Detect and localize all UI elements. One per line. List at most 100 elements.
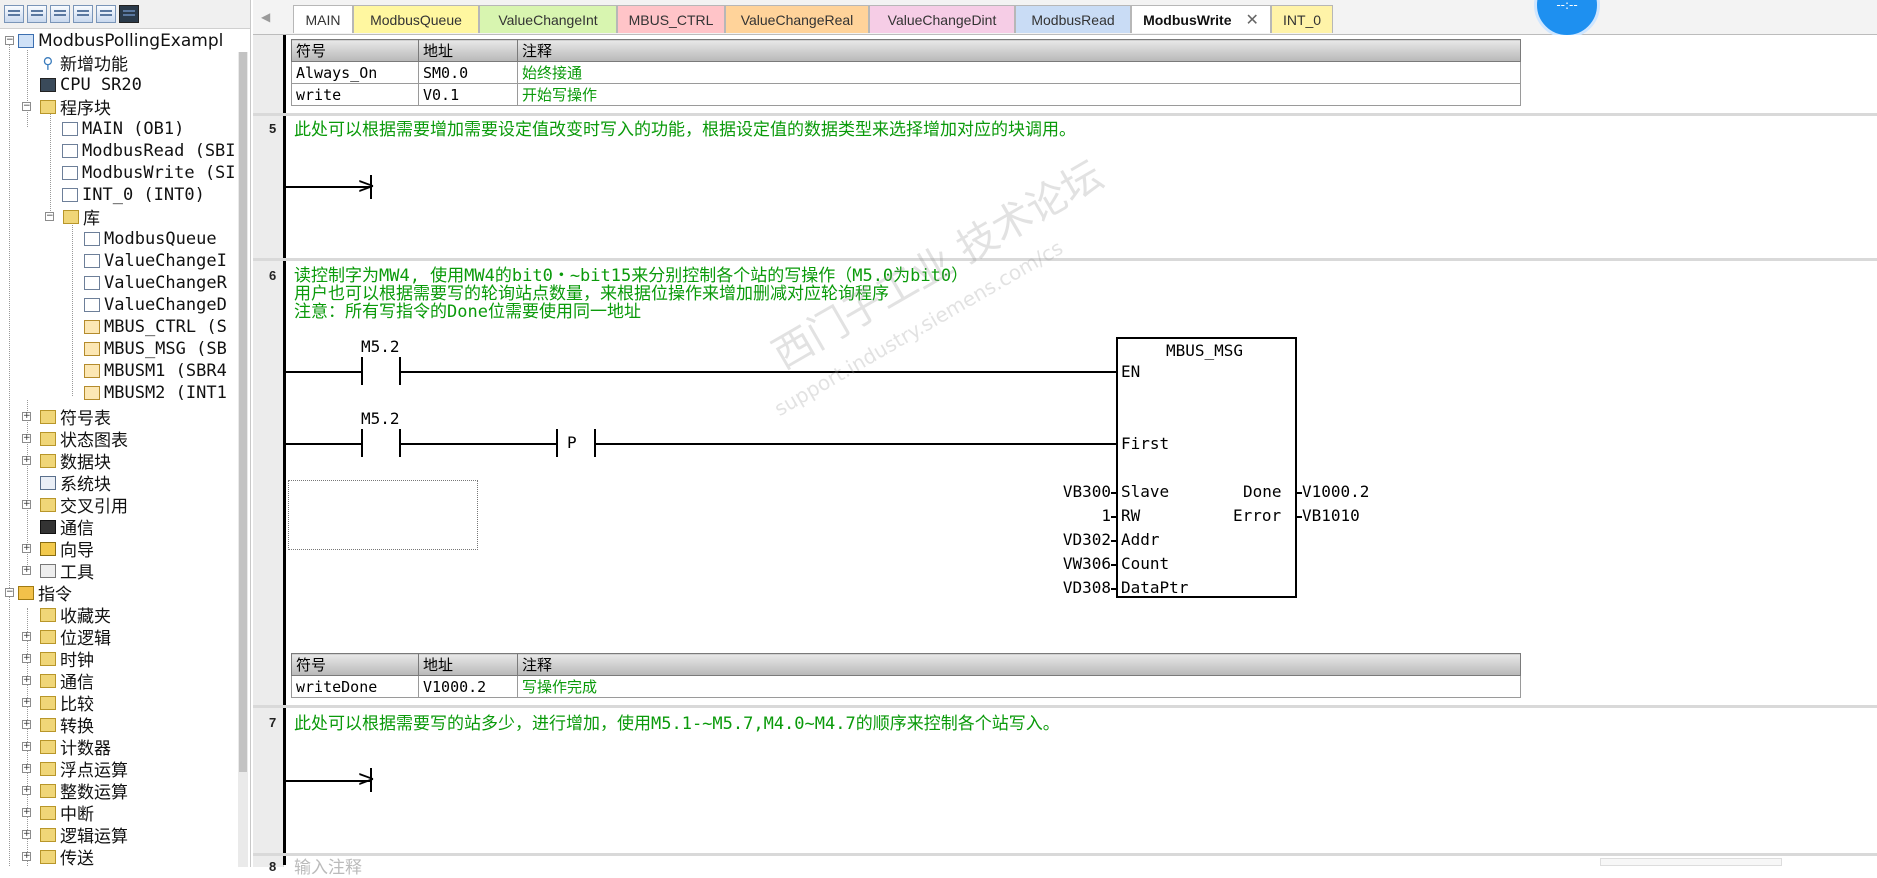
tree-instr-item[interactable]: + 传送 <box>22 846 94 867</box>
tree-cpu[interactable]: CPU SR20 <box>40 74 142 95</box>
folder-icon <box>40 761 56 776</box>
tab-valuechangeint[interactable]: ValueChangeInt <box>479 5 617 33</box>
tab-scroll-left-icon[interactable]: ◀ <box>261 10 270 24</box>
done-value[interactable]: V1000.2 <box>1302 482 1369 501</box>
tree-instr-item[interactable]: + 浮点运算 <box>22 758 128 781</box>
tree-instr-item[interactable]: + 转换 <box>22 714 94 737</box>
tree-system-block[interactable]: 系统块 <box>40 472 111 495</box>
block-icon <box>84 297 100 312</box>
tree-tools[interactable]: + 工具 <box>22 560 94 583</box>
rw-value[interactable]: 1 <box>1053 506 1111 525</box>
block-icon <box>62 187 78 202</box>
tree-lib-item[interactable]: ValueChangeR <box>84 272 227 293</box>
network-comment-line2[interactable]: 用户也可以根据需要写的轮询站点数量，来根据位操作来增加删减对应轮询程序 <box>294 285 889 303</box>
tree-status-chart[interactable]: + 状态图表 <box>22 428 128 451</box>
tab-main[interactable]: MAIN <box>293 5 353 33</box>
folder-icon <box>40 651 56 666</box>
network-comment-line3[interactable]: 注意：所有写指令的Done位需要使用同一地址 <box>294 303 641 321</box>
table-row[interactable]: writeDone V1000.2 写操作完成 <box>291 675 1521 698</box>
tree-favorites[interactable]: 收藏夹 <box>40 604 111 627</box>
folder-icon <box>40 717 56 732</box>
network-comment[interactable]: 此处可以根据需要增加需要设定值改变时写入的功能，根据设定值的数据类型来选择增加对… <box>294 121 1076 139</box>
view-icon-5[interactable] <box>96 5 116 23</box>
horizontal-scrollbar[interactable] <box>1600 858 1782 866</box>
network-comment-placeholder[interactable]: 输入注释 <box>294 859 362 877</box>
tree-project[interactable]: − ModbusPollingExampl <box>0 30 223 51</box>
library-block-icon <box>84 363 100 378</box>
empty-selection-box[interactable] <box>288 480 478 550</box>
monitor-icon[interactable] <box>119 5 139 23</box>
power-rail <box>283 35 286 115</box>
block-icon <box>62 121 78 136</box>
tree-program-blocks[interactable]: − 程序块 <box>22 96 111 119</box>
tree-scrollbar-thumb[interactable] <box>239 52 247 772</box>
tree-instr-item[interactable]: + 时钟 <box>22 648 94 671</box>
folder-icon <box>40 629 56 644</box>
tree-cross-ref[interactable]: + 交叉引用 <box>22 494 128 517</box>
tab-close-icon[interactable]: ✕ <box>1246 10 1259 30</box>
pin-rw: RW <box>1121 506 1141 525</box>
network-comment[interactable]: 此处可以根据需要写的站多少，进行增加，使用M5.1-~M5.7,M4.0~M4.… <box>294 715 1060 733</box>
tab-modbusread[interactable]: ModbusRead <box>1015 5 1131 33</box>
communication-icon <box>40 519 56 534</box>
tree-library[interactable]: − 库 <box>45 206 100 229</box>
col-symbol: 符号 <box>291 653 419 676</box>
ladder-editor: 符号 地址 注释 Always_On SM0.0 始终接通 write V0.1… <box>253 35 1877 877</box>
tree-block-modbusread[interactable]: ModbusRead (SBI <box>62 140 236 161</box>
tree-lib-item[interactable]: MBUS_MSG (SB <box>84 338 227 359</box>
contact-address[interactable]: M5.2 <box>361 409 400 428</box>
tree-instr-item[interactable]: + 通信 <box>22 670 94 693</box>
tab-valuechangereal[interactable]: ValueChangeReal <box>725 5 869 33</box>
dataptr-value[interactable]: VD308 <box>1053 578 1111 597</box>
tree-instr-item[interactable]: + 中断 <box>22 802 94 825</box>
count-value[interactable]: VW306 <box>1053 554 1111 573</box>
view-icon-3[interactable] <box>50 5 70 23</box>
pin-first: First <box>1121 434 1170 453</box>
network-comment-line1[interactable]: 读控制字为MW4, 使用MW4的bit0・~bit15来分别控制各个站的写操作（… <box>294 267 968 285</box>
error-value[interactable]: VB1010 <box>1302 506 1360 525</box>
tree-lib-item[interactable]: MBUS_CTRL (S <box>84 316 227 337</box>
tree-communication[interactable]: 通信 <box>40 516 94 539</box>
tree-block-main[interactable]: MAIN (OB1) <box>62 118 184 139</box>
folder-icon <box>40 827 56 842</box>
tree-lib-item[interactable]: MBUSM2 (INT1 <box>84 382 227 403</box>
project-icon <box>18 33 34 48</box>
tree-wizard[interactable]: + 向导 <box>22 538 94 561</box>
addr-value[interactable]: VD302 <box>1053 530 1111 549</box>
tree-symbol-table[interactable]: + 符号表 <box>22 406 111 429</box>
tree-lib-item[interactable]: ValueChangeD <box>84 294 227 315</box>
tab-int0[interactable]: INT_0 <box>1271 5 1333 33</box>
p-contact-left-bar <box>556 429 558 457</box>
contact-address[interactable]: M5.2 <box>361 337 400 356</box>
tree-instr-item[interactable]: + 计数器 <box>22 736 111 759</box>
view-icon-4[interactable] <box>73 5 93 23</box>
slave-value[interactable]: VB300 <box>1053 482 1111 501</box>
tree-data-block[interactable]: + 数据块 <box>22 450 111 473</box>
tree-block-modbuswrite[interactable]: ModbusWrite (SI <box>62 162 236 183</box>
tree-scrollbar[interactable] <box>238 52 248 867</box>
tree-new-feature[interactable]: ⚲ 新增功能 <box>40 52 129 75</box>
table-row[interactable]: write V0.1 开始写操作 <box>291 83 1521 106</box>
tab-mbus-ctrl[interactable]: MBUS_CTRL <box>617 5 725 33</box>
positive-edge-contact[interactable]: P <box>567 433 577 452</box>
tree-block-int0[interactable]: INT_0 (INT0) <box>62 184 205 205</box>
tab-modbusqueue[interactable]: ModbusQueue <box>353 5 479 33</box>
tree-instr-item[interactable]: + 位逻辑 <box>22 626 111 649</box>
tree-lib-item[interactable]: MBUSM1 (SBR4 <box>84 360 227 381</box>
tree-lib-item[interactable]: ModbusQueue <box>84 228 217 249</box>
view-icon-2[interactable] <box>27 5 47 23</box>
tab-modbuswrite[interactable]: ModbusWrite ✕ <box>1131 5 1271 33</box>
symbol-table-net6: 符号 地址 注释 writeDone V1000.2 写操作完成 <box>291 653 1521 698</box>
table-row[interactable]: Always_On SM0.0 始终接通 <box>291 61 1521 84</box>
tree-lib-item[interactable]: ValueChangeI <box>84 250 227 271</box>
col-symbol: 符号 <box>291 39 419 62</box>
tree-instr-item[interactable]: + 整数运算 <box>22 780 128 803</box>
tree-instr-item[interactable]: + 逻辑运算 <box>22 824 128 847</box>
pin-dataptr: DataPtr <box>1121 578 1189 597</box>
view-icon-1[interactable] <box>4 5 24 23</box>
folder-icon <box>40 849 56 864</box>
tab-valuechangedint[interactable]: ValueChangeDint <box>869 5 1015 33</box>
tree-instr-item[interactable]: + 比较 <box>22 692 94 715</box>
folder-icon <box>40 99 56 114</box>
tree-instructions[interactable]: − 指令 <box>0 582 72 605</box>
